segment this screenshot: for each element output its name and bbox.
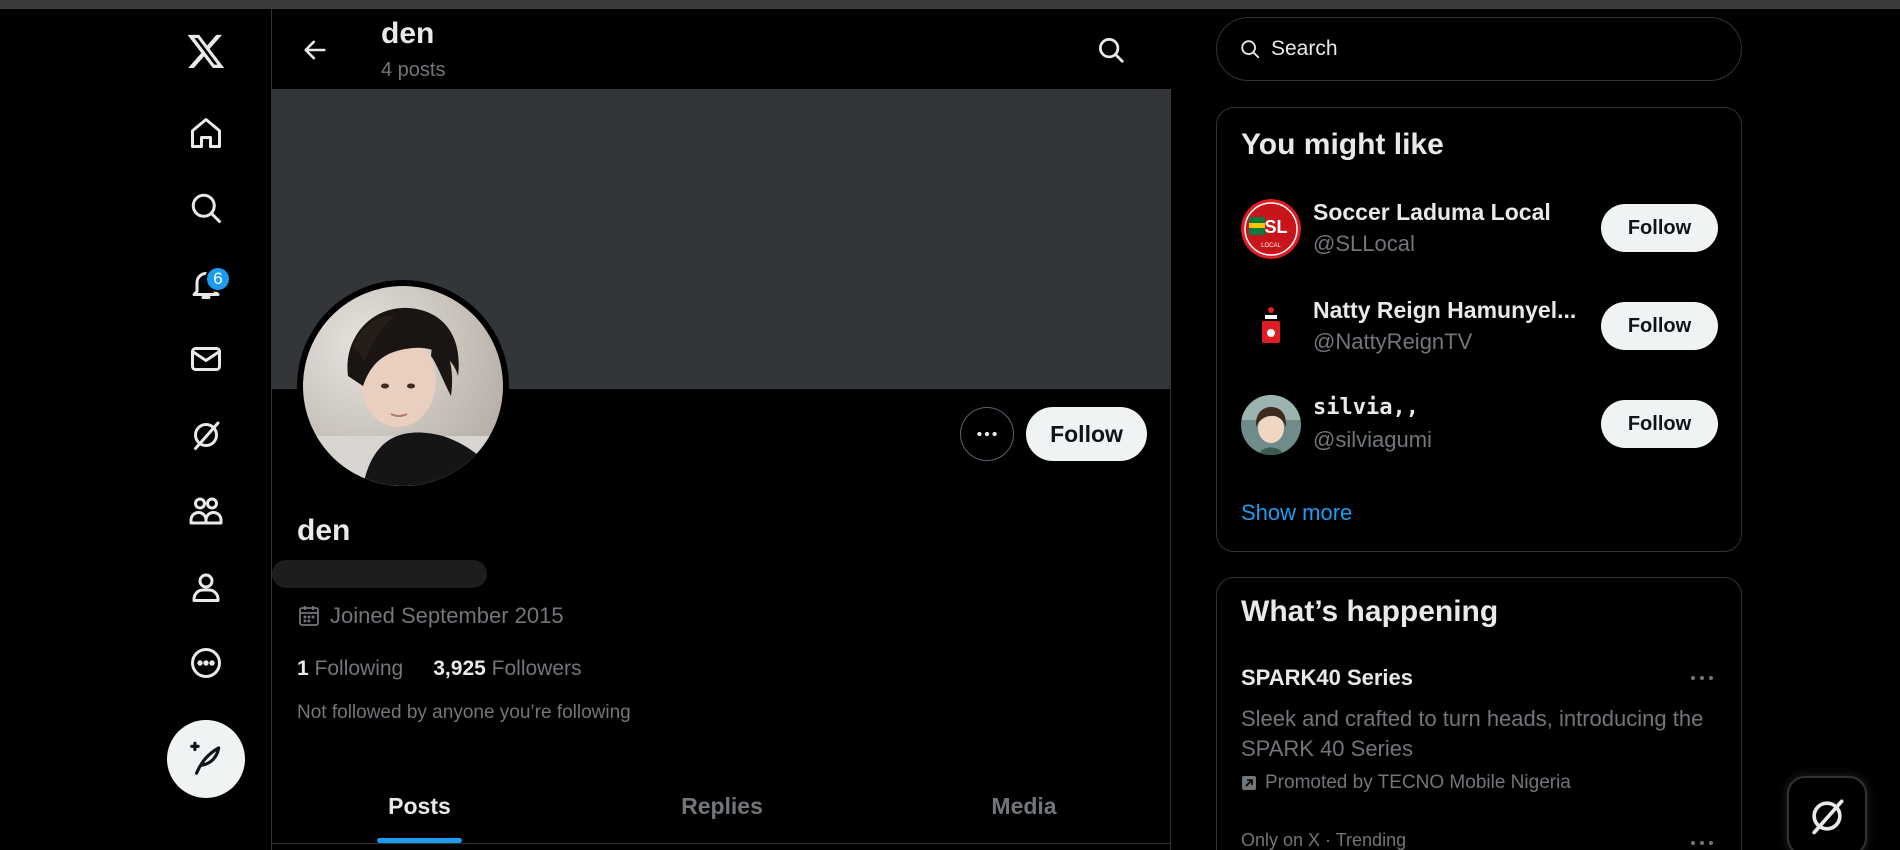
following-label: Following <box>314 657 404 680</box>
header-post-count: 4 posts <box>381 59 446 81</box>
avatar: SL LOCAL <box>1241 199 1301 259</box>
suggestion-item[interactable]: Natty Reign Hamunyel... @NattyReignTV Fo… <box>1241 297 1719 361</box>
profile-main-column: den 4 posts Follow den Joined September … <box>272 9 1171 850</box>
joined-text: Joined September 2015 <box>330 603 564 628</box>
you-might-like-title: You might like <box>1241 128 1444 161</box>
messages-envelope-icon[interactable] <box>181 334 231 384</box>
you-might-like-card: You might like SL LOCAL Soccer Laduma Lo… <box>1216 107 1742 552</box>
tab-replies[interactable]: Replies <box>567 769 877 844</box>
explore-search-icon[interactable] <box>181 183 231 233</box>
feather-plus-icon <box>190 741 221 775</box>
trend-more-icon[interactable] <box>1687 668 1717 688</box>
not-followed-note: Not followed by anyone you’re following <box>297 702 631 723</box>
grok-icon <box>1812 799 1844 835</box>
promoted-icon <box>1242 776 1256 790</box>
avatar <box>1241 297 1301 357</box>
profile-tabs: Posts Replies Media <box>272 769 1171 844</box>
left-navigation: 6 <box>0 9 272 850</box>
whats-happening-title: What’s happening <box>1241 595 1499 628</box>
followers-link[interactable]: 3,925 Followers <box>433 657 581 681</box>
redacted-handle <box>272 560 487 588</box>
profile-person-icon[interactable] <box>181 562 231 612</box>
profile-avatar[interactable] <box>297 280 509 492</box>
suggestion-name[interactable]: Natty Reign Hamunyel... <box>1313 297 1583 324</box>
browser-top-strip <box>0 0 1900 9</box>
whats-happening-card: What’s happening SPARK40 Series Sleek an… <box>1216 577 1742 850</box>
calendar-icon <box>299 606 319 626</box>
tab-media[interactable]: Media <box>877 769 1171 844</box>
search-icon <box>1241 40 1260 59</box>
grok-floating-button[interactable] <box>1787 776 1867 850</box>
followers-count: 3,925 <box>433 657 486 680</box>
followers-label: Followers <box>491 657 582 680</box>
x-logo-icon[interactable] <box>181 26 231 76</box>
search-input[interactable]: Search <box>1216 17 1742 81</box>
profile-display-name: den <box>297 514 351 547</box>
trend-title[interactable]: SPARK40 Series <box>1241 665 1413 691</box>
promoted-label: Promoted by TECNO Mobile Nigeria <box>1241 772 1571 794</box>
suggestion-item[interactable]: silvia,, @silviagumi Follow <box>1241 395 1719 459</box>
suggestion-follow-button[interactable]: Follow <box>1601 204 1718 252</box>
profile-search-icon[interactable] <box>1088 27 1134 73</box>
avatar-photo <box>303 286 503 486</box>
header-profile-name: den <box>381 17 435 50</box>
avatar <box>1241 395 1301 455</box>
suggestion-name[interactable]: Soccer Laduma Local <box>1313 199 1583 226</box>
notification-count-badge: 6 <box>205 266 231 292</box>
trend-description: Sleek and crafted to turn heads, introdu… <box>1241 706 1704 761</box>
profile-more-button[interactable] <box>960 407 1014 461</box>
suggestion-follow-button[interactable]: Follow <box>1601 400 1718 448</box>
suggestion-item[interactable]: SL LOCAL Soccer Laduma Local @SLLocal Fo… <box>1241 199 1719 263</box>
search-placeholder: Search <box>1271 37 1338 60</box>
suggestion-handle: @SLLocal <box>1313 231 1415 256</box>
trend-meta: Only on X · Trending <box>1241 830 1407 850</box>
more-options-circle-icon[interactable] <box>181 638 231 688</box>
show-more-link[interactable]: Show more <box>1241 500 1352 526</box>
back-arrow-icon[interactable] <box>292 27 338 73</box>
following-count: 1 <box>297 657 309 680</box>
following-link[interactable]: 1 Following <box>297 657 403 681</box>
active-tab-indicator <box>377 838 462 843</box>
ellipsis-icon <box>977 431 997 437</box>
follow-button[interactable]: Follow <box>1026 407 1147 461</box>
promoted-text: Promoted by TECNO Mobile Nigeria <box>1265 772 1571 793</box>
suggestion-handle: @silviagumi <box>1313 427 1432 452</box>
follow-stats: 1 Following 3,925 Followers <box>297 657 582 681</box>
home-icon[interactable] <box>181 108 231 158</box>
suggestion-handle: @NattyReignTV <box>1313 329 1473 354</box>
compose-post-button[interactable] <box>167 720 245 798</box>
joined-date: Joined September 2015 <box>297 603 564 629</box>
suggestion-name[interactable]: silvia,, <box>1313 395 1583 420</box>
tab-posts[interactable]: Posts <box>272 769 567 844</box>
avatar-logo-text: SL <box>1264 217 1287 237</box>
grok-icon[interactable] <box>181 410 231 460</box>
avatar-logo-subtext: LOCAL <box>1261 243 1281 249</box>
communities-icon[interactable] <box>181 486 231 536</box>
trend-more-icon[interactable] <box>1687 833 1717 850</box>
suggestion-follow-button[interactable]: Follow <box>1601 302 1718 350</box>
profile-header-bar: den 4 posts <box>272 9 1171 89</box>
